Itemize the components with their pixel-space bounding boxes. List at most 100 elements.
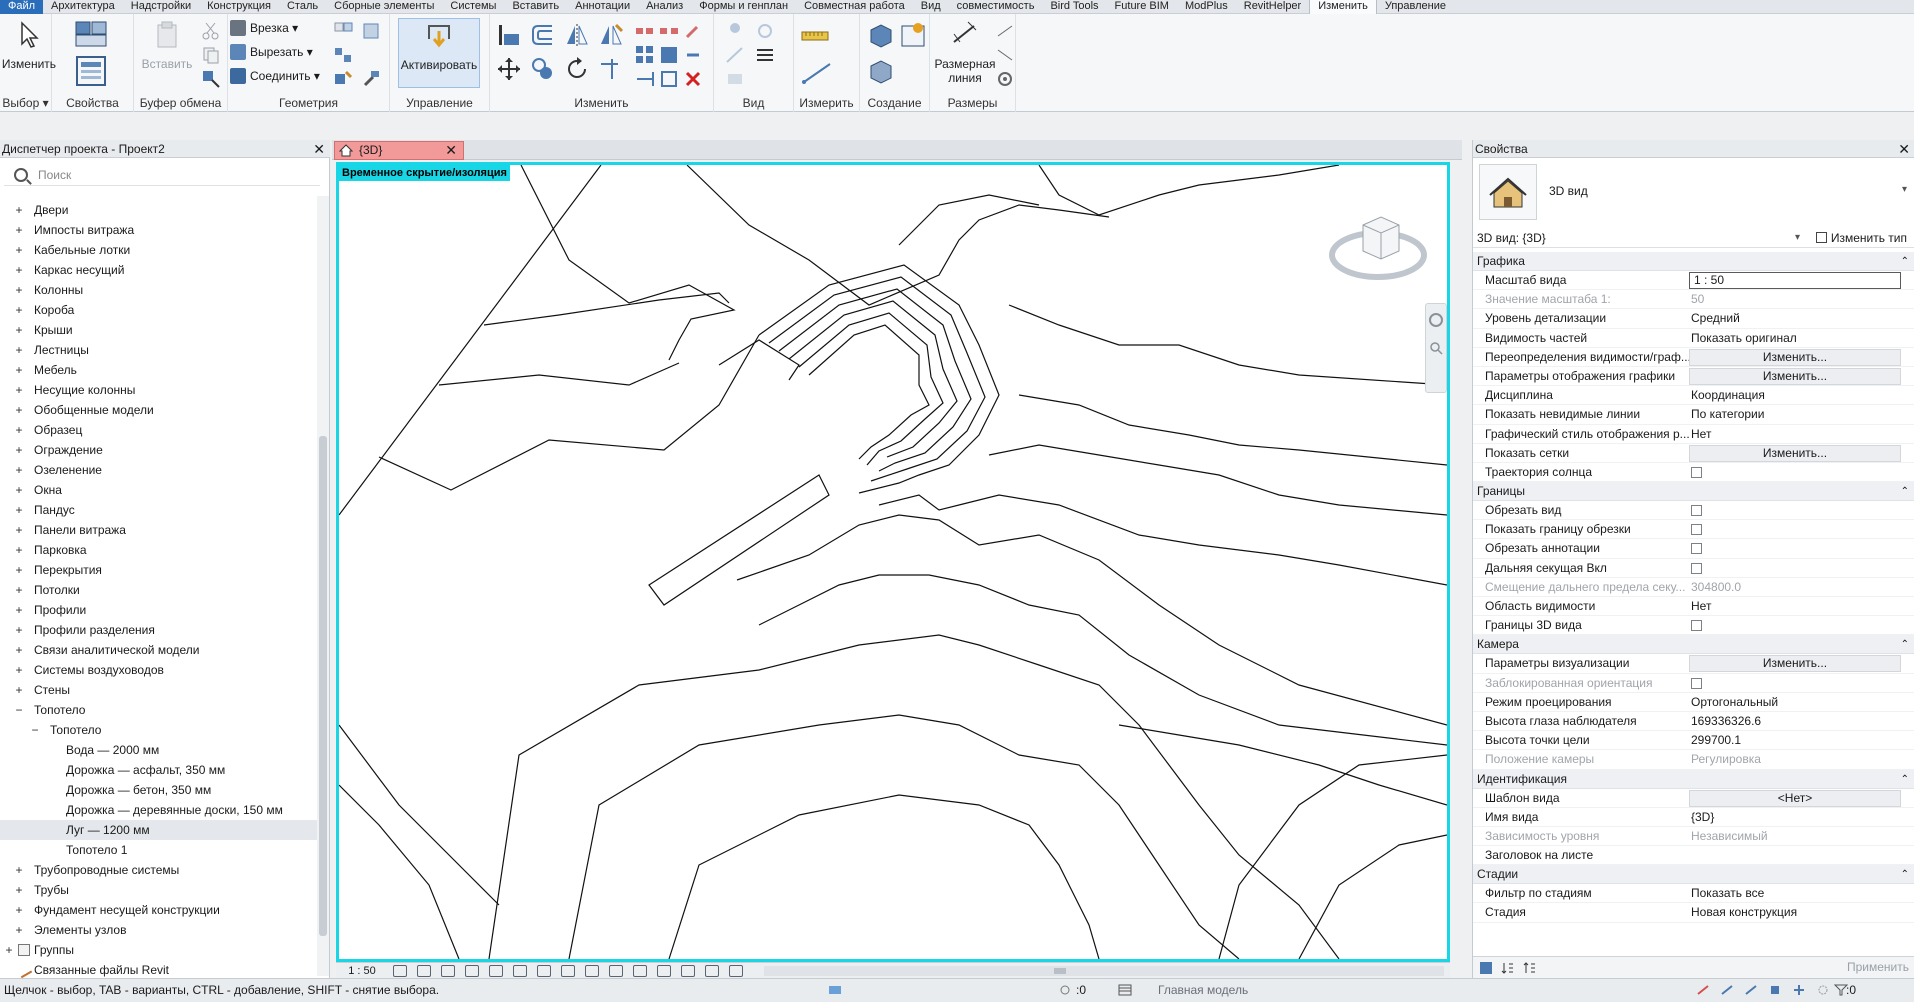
ribbon-tab[interactable]: совместимость xyxy=(949,0,1043,14)
editable-only-icon[interactable] xyxy=(1058,984,1072,996)
3d-viewport[interactable]: Временное скрытие/изоляция xyxy=(336,162,1450,962)
property-value[interactable]: Средний xyxy=(1691,309,1911,328)
shadows-icon[interactable] xyxy=(465,964,479,977)
property-value[interactable]: Новая конструкция xyxy=(1691,903,1911,922)
browser-tree-item[interactable]: + Профили xyxy=(0,600,318,620)
sort-desc-icon[interactable] xyxy=(1523,961,1537,975)
expand-icon[interactable]: + xyxy=(14,464,24,476)
detail-level-icon[interactable] xyxy=(393,964,407,977)
expand-icon[interactable]: + xyxy=(14,444,24,456)
expand-icon[interactable]: + xyxy=(14,564,24,576)
expand-icon[interactable]: + xyxy=(14,344,24,356)
aligned-dimension-button[interactable]: Размерная линия xyxy=(932,18,998,86)
viewport-horizontal-scrollbar[interactable] xyxy=(764,965,1444,976)
ribbon-tab[interactable]: Сборные элементы xyxy=(326,0,442,14)
expand-icon[interactable]: + xyxy=(14,904,24,916)
cut-icon[interactable] xyxy=(200,20,222,42)
expand-icon[interactable]: + xyxy=(14,624,24,636)
browser-tree-item[interactable]: + Профили разделения xyxy=(0,620,318,640)
wall-joins-icon[interactable] xyxy=(332,20,354,42)
properties-close-icon[interactable]: ✕ xyxy=(1898,141,1910,157)
browser-tree-item[interactable]: Связанные файлы Revit xyxy=(0,960,318,980)
view-scale-control[interactable]: 1 : 50 xyxy=(336,965,388,977)
collapse-section-icon[interactable]: ⌃ xyxy=(1901,635,1909,654)
collapse-icon[interactable]: − xyxy=(30,724,40,736)
property-checkbox[interactable] xyxy=(1691,543,1702,555)
override-graphics-icon[interactable] xyxy=(754,20,776,42)
split-face-icon[interactable] xyxy=(332,44,354,66)
collapse-icon[interactable]: − xyxy=(14,704,24,716)
browser-tree-item[interactable]: + Озеленение xyxy=(0,460,318,480)
worksets-icon[interactable] xyxy=(828,984,842,996)
browser-tree-item[interactable]: + Панели витража xyxy=(0,520,318,540)
align-icon[interactable] xyxy=(496,22,522,48)
ribbon-tab[interactable]: RevitHelper xyxy=(1236,0,1309,14)
scale-icon[interactable] xyxy=(658,44,680,66)
browser-tree-item[interactable]: + Ограждение xyxy=(0,440,318,460)
ribbon-tab[interactable]: Вставить xyxy=(504,0,567,14)
close-view-icon[interactable]: ✕ xyxy=(445,142,457,159)
join-button[interactable]: Соединить ▾ xyxy=(230,66,320,86)
ribbon-tab[interactable]: Изменить xyxy=(1309,0,1377,14)
browser-tree-item[interactable]: Дорожка — асфальт, 350 мм xyxy=(0,760,318,780)
demolish-icon[interactable] xyxy=(360,20,382,42)
ribbon-tab[interactable]: Системы xyxy=(442,0,504,14)
instance-selector[interactable]: 3D вид: {3D} ▾ Изменить тип xyxy=(1473,228,1914,248)
browser-tree-item[interactable]: + Кабельные лотки xyxy=(0,240,318,260)
property-value[interactable]: По категории xyxy=(1691,405,1911,424)
property-checkbox[interactable] xyxy=(1691,524,1702,536)
activate-button[interactable]: Активировать xyxy=(398,18,480,88)
property-value[interactable]: Ортогональный xyxy=(1691,693,1911,712)
expand-icon[interactable]: + xyxy=(14,304,24,316)
split-gap-icon[interactable] xyxy=(658,20,680,42)
collapse-section-icon[interactable]: ⌃ xyxy=(1901,252,1909,271)
cut-in-button[interactable]: Врезка ▾ xyxy=(230,18,298,38)
browser-tree-item[interactable]: + Колонны xyxy=(0,280,318,300)
property-value[interactable]: Нет xyxy=(1691,425,1911,444)
browser-tree-item[interactable]: + Парковка xyxy=(0,540,318,560)
property-value[interactable]: Показать оригинал xyxy=(1691,329,1911,348)
browser-tree-item[interactable]: Луг — 1200 мм xyxy=(0,820,318,840)
property-value[interactable]: Показать все xyxy=(1691,884,1911,903)
property-value[interactable]: Координация xyxy=(1691,386,1911,405)
instance-dropdown-icon[interactable]: ▾ xyxy=(1795,228,1800,248)
expand-icon[interactable]: + xyxy=(14,204,24,216)
browser-tree-item[interactable]: + Несущие колонны xyxy=(0,380,318,400)
collapse-section-icon[interactable]: ⌃ xyxy=(1901,865,1909,884)
worksharing-display-icon[interactable] xyxy=(657,964,671,977)
reveal-hidden-icon[interactable] xyxy=(609,964,623,977)
property-edit-button[interactable]: Изменить... xyxy=(1689,444,1901,462)
expand-icon[interactable]: + xyxy=(14,244,24,256)
match-type-icon[interactable] xyxy=(200,68,222,90)
property-section-header[interactable]: Границы ⌃ xyxy=(1473,482,1914,502)
expand-icon[interactable]: + xyxy=(14,284,24,296)
property-checkbox[interactable] xyxy=(1691,620,1702,632)
browser-tree-item[interactable]: + Трубы xyxy=(0,880,318,900)
browser-tree-item[interactable]: + Группы xyxy=(0,940,318,960)
create-parts-icon[interactable] xyxy=(898,20,928,50)
hammer-icon[interactable] xyxy=(360,68,382,90)
property-edit-button[interactable]: <Нет> xyxy=(1689,789,1901,807)
collapse-section-icon[interactable]: ⌃ xyxy=(1901,770,1909,789)
modify-button[interactable]: Изменить xyxy=(0,18,58,86)
linework-icon[interactable] xyxy=(724,44,746,66)
extend-icon[interactable] xyxy=(634,68,656,90)
expand-icon[interactable]: + xyxy=(14,584,24,596)
measure-tape-icon[interactable] xyxy=(800,22,836,48)
select-dropdown[interactable]: Выбор ▾ xyxy=(0,96,51,110)
expand-icon[interactable]: + xyxy=(14,884,24,896)
select-pinned-icon[interactable] xyxy=(1744,984,1758,996)
view-extra-icon[interactable] xyxy=(724,68,746,90)
ribbon-tab[interactable]: Анализ xyxy=(638,0,691,14)
trim-icon[interactable] xyxy=(598,56,624,82)
browser-tree-item[interactable]: + Короба xyxy=(0,300,318,320)
analysis-display-icon[interactable] xyxy=(681,964,695,977)
expand-icon[interactable]: + xyxy=(14,384,24,396)
browser-tree-item[interactable]: + Перекрытия xyxy=(0,560,318,580)
drag-elements-icon[interactable] xyxy=(1792,984,1806,996)
crop-view-icon[interactable] xyxy=(513,964,527,977)
browser-tree-item[interactable]: + Каркас несущий xyxy=(0,260,318,280)
property-edit-button[interactable]: Изменить... xyxy=(1689,367,1901,385)
browser-tree-item[interactable]: + Крыши xyxy=(0,320,318,340)
browser-tree-item[interactable]: + Лестницы xyxy=(0,340,318,360)
